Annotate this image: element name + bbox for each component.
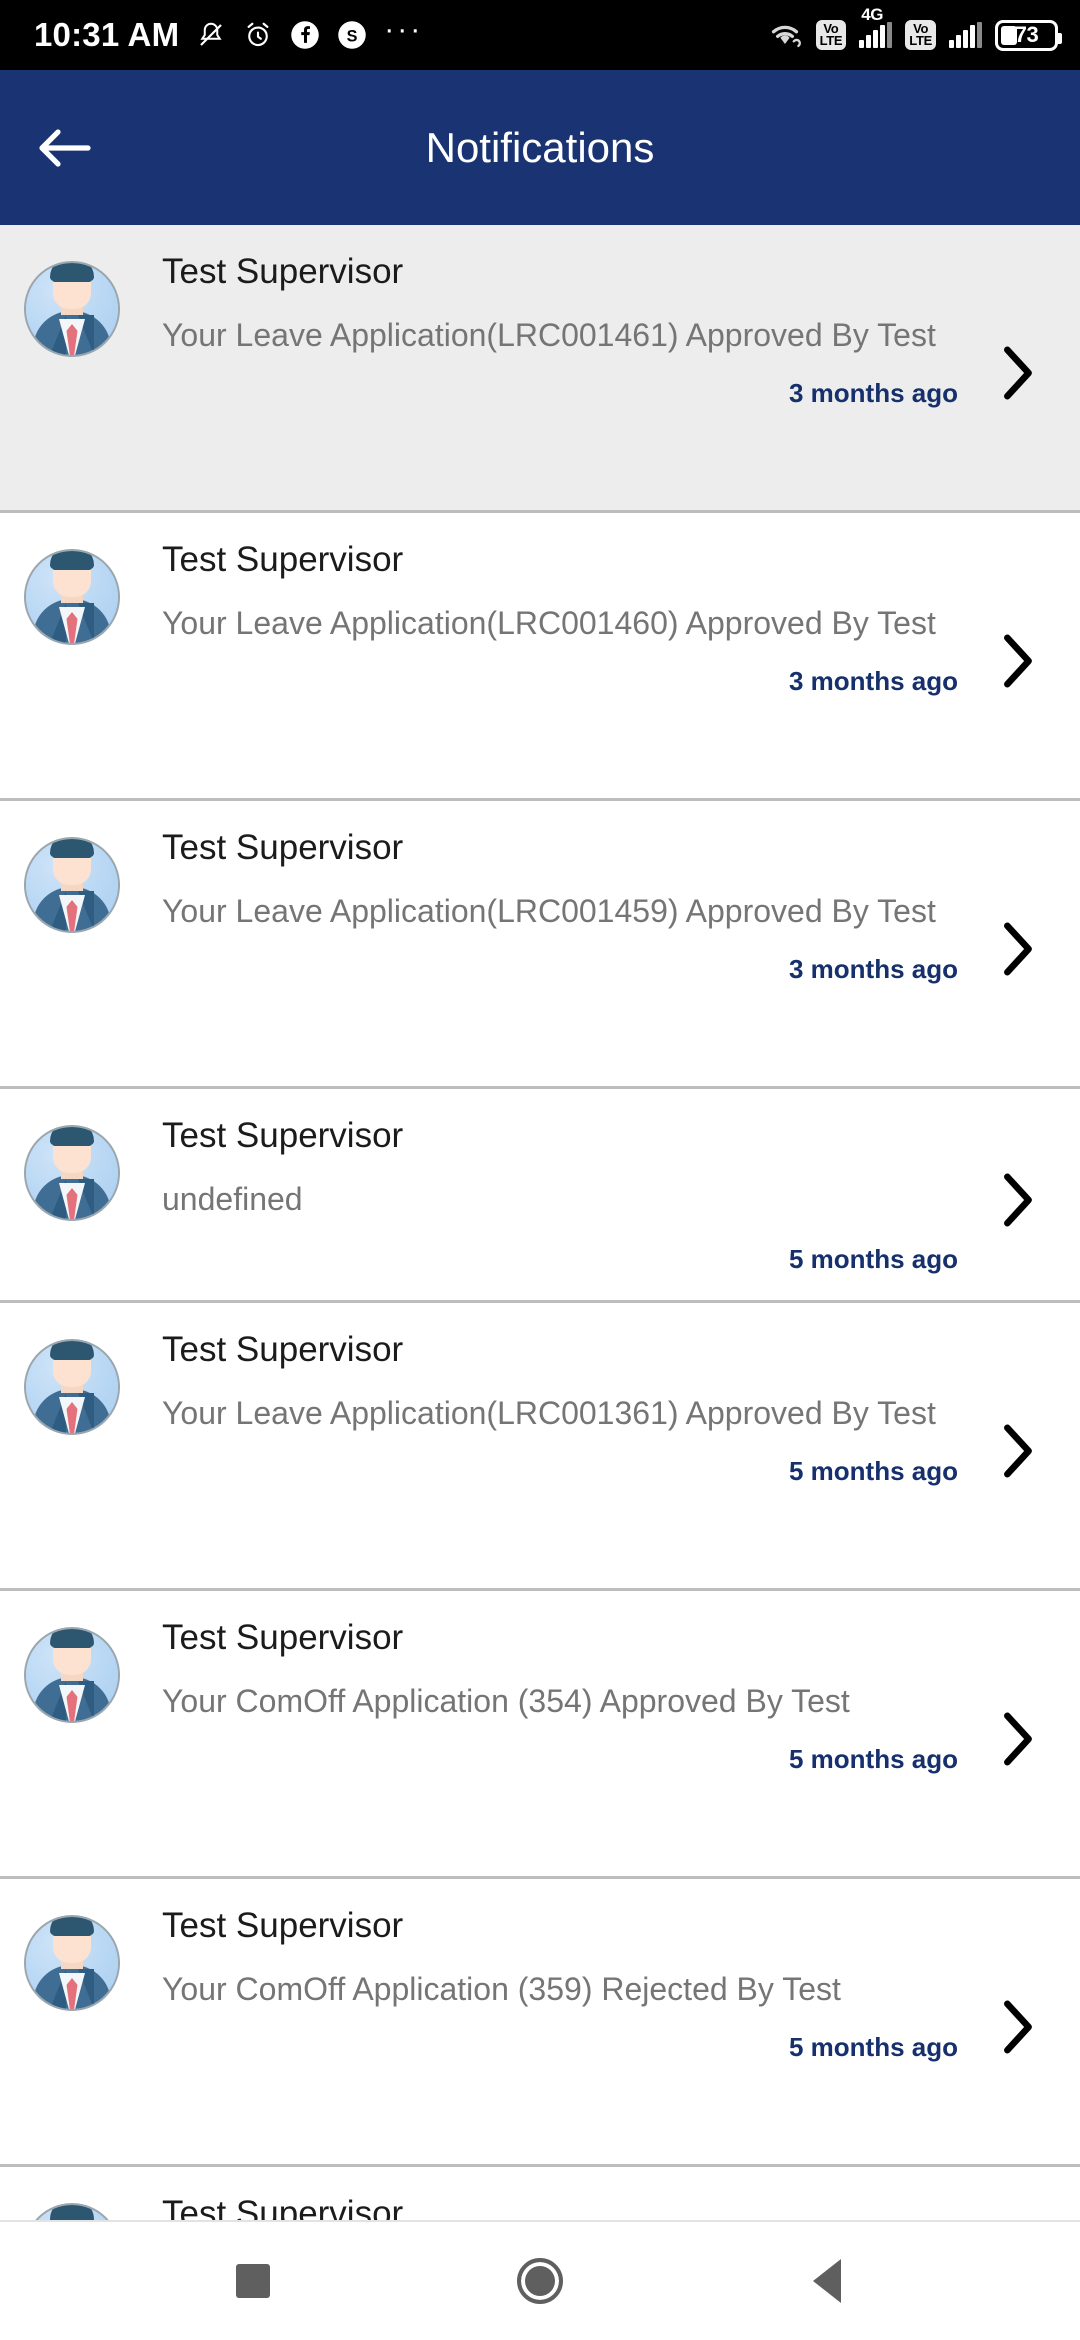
status-bar-left: 10:31 AM S ··· [34, 13, 424, 54]
android-nav-bar [0, 2220, 1080, 2340]
network-type-label: 4G [861, 5, 883, 24]
notification-sender: Test Supervisor [162, 1116, 404, 1155]
notification-timestamp: 5 months ago [788, 2031, 958, 2062]
volte-sim2-badge: Vo LTE [905, 20, 936, 50]
square-icon [236, 2264, 271, 2298]
circle-icon [516, 2258, 563, 2304]
notification-content: Test Supervisor Your Leave Application(LR… [120, 827, 978, 985]
notification-row[interactable]: Test Supervisor Your Leave Application(LR… [0, 801, 1080, 1089]
app-bar: Notifications [0, 70, 1080, 225]
nav-recent-apps-button[interactable] [198, 2226, 308, 2336]
avatar-hair [50, 839, 94, 858]
chevron-right-icon[interactable] [978, 1171, 1056, 1229]
status-bar-clock: 10:31 AM [34, 16, 180, 53]
alarm-icon [243, 20, 273, 50]
chevron-right-icon[interactable] [978, 920, 1056, 978]
avatar [24, 549, 120, 645]
notification-row[interactable]: Test Supervisor undefined 5 months ago [0, 1089, 1080, 1303]
notification-sender: Test Supervisor [162, 540, 404, 579]
chevron-right-icon[interactable] [978, 344, 1056, 402]
notification-sender: Test Supervisor [162, 2194, 404, 2220]
mute-icon [196, 20, 226, 50]
notification-sender: Test Supervisor [162, 1906, 404, 1945]
notification-content: Test Supervisor undefined 5 months ago [120, 1115, 978, 1275]
avatar-hair [50, 1917, 94, 1936]
status-bar: 10:31 AM S ··· Vo LTE 4G Vo LTE 73 [0, 0, 1080, 70]
avatar-hair [50, 1341, 94, 1360]
nav-back-button[interactable] [772, 2226, 882, 2336]
volte-sim1-badge: Vo LTE [815, 20, 847, 50]
notification-content: Test Supervisor Your ComOff Application (… [120, 1905, 978, 2063]
notification-content: Test Supervisor Your Leave Application(LR… [120, 1329, 978, 1487]
notification-content: Test Supervisor Your Leave Application(LR… [120, 251, 978, 409]
svg-text:S: S [347, 28, 358, 46]
nav-home-button[interactable] [485, 2226, 595, 2336]
notification-row[interactable]: Test Supervisor Your Leave Application(LR… [0, 225, 1080, 513]
avatar-hair [50, 1127, 94, 1146]
triangle-icon [812, 2259, 841, 2303]
back-button[interactable] [16, 100, 112, 196]
status-bar-right: Vo LTE 4G Vo LTE 73 [767, 5, 1062, 51]
notification-sender: Test Supervisor [162, 252, 404, 291]
notification-sender: Test Supervisor [162, 828, 404, 867]
avatar [24, 2203, 120, 2220]
notification-sender: Test Supervisor [162, 1330, 404, 1369]
notification-message: Your ComOff Application (359) Rejected B… [162, 1970, 841, 2007]
avatar-hair [50, 263, 94, 282]
avatar [24, 1125, 120, 1221]
notification-message: Your Leave Application(LRC001361) Approv… [162, 1394, 936, 1431]
wifi-icon [767, 20, 803, 50]
notification-message: Your Leave Application(LRC001459) Approv… [162, 892, 936, 929]
volte-sim2-bottom: LTE [909, 33, 932, 48]
notification-timestamp: 3 months ago [788, 953, 958, 984]
avatar [24, 1339, 120, 1435]
notification-timestamp: 5 months ago [788, 1455, 958, 1486]
avatar [24, 261, 120, 357]
avatar [24, 837, 120, 933]
signal-sim1-group: 4G [859, 5, 893, 48]
notification-row[interactable]: Test Supervisor Your Leave Application(LR… [0, 513, 1080, 801]
notification-content: Test Supervisor Your ComOff Application (… [120, 1617, 978, 1775]
notification-timestamp: 3 months ago [788, 665, 958, 696]
chevron-right-icon[interactable] [978, 1422, 1056, 1480]
notification-timestamp: 3 months ago [788, 377, 958, 408]
chevron-right-icon[interactable] [978, 1998, 1056, 2056]
back-arrow-icon [39, 128, 91, 167]
avatar-hair [50, 551, 94, 570]
signal-bars-sim1-icon [859, 22, 893, 48]
notification-timestamp: 5 months ago [788, 1243, 958, 1274]
notification-timestamp: 5 months ago [788, 1743, 958, 1774]
notification-row[interactable]: Test Supervisor Your Leave Application(LR… [0, 1303, 1080, 1591]
notification-message: Your Leave Application(LRC001460) Approv… [162, 604, 936, 641]
notification-message: Your ComOff Application (354) Approved B… [162, 1682, 850, 1719]
notification-row[interactable]: Test Supervisor Your ComOff Application (… [0, 1591, 1080, 1879]
avatar-hair [50, 1629, 94, 1648]
page-title: Notifications [425, 123, 655, 171]
notification-sender: Test Supervisor [162, 1618, 404, 1657]
notification-message: undefined [162, 1180, 303, 1217]
notification-message: Your Leave Application(LRC001461) Approv… [162, 316, 936, 353]
facebook-icon [290, 20, 320, 50]
notification-list[interactable]: Test Supervisor Your Leave Application(LR… [0, 225, 1080, 2220]
notification-row[interactable]: Test Supervisor Your ComOff Application (… [0, 1879, 1080, 2167]
notification-content: Test Supervisor [120, 2193, 978, 2220]
avatar [24, 1915, 120, 2011]
notification-row[interactable]: Test Supervisor [0, 2167, 1080, 2220]
chevron-right-icon[interactable] [978, 632, 1056, 690]
battery-percent-label: 73 [1014, 22, 1039, 47]
avatar [24, 1627, 120, 1723]
volte-sim1-bottom: LTE [819, 33, 843, 48]
avatar-hair [50, 2205, 94, 2220]
notification-content: Test Supervisor Your Leave Application(LR… [120, 539, 978, 697]
skype-icon: S [337, 20, 367, 50]
chevron-right-icon[interactable] [978, 1710, 1056, 1768]
signal-bars-sim2-icon [949, 22, 982, 48]
battery-icon: 73 [995, 19, 1062, 51]
overflow-dots-icon: ··· [384, 13, 424, 46]
